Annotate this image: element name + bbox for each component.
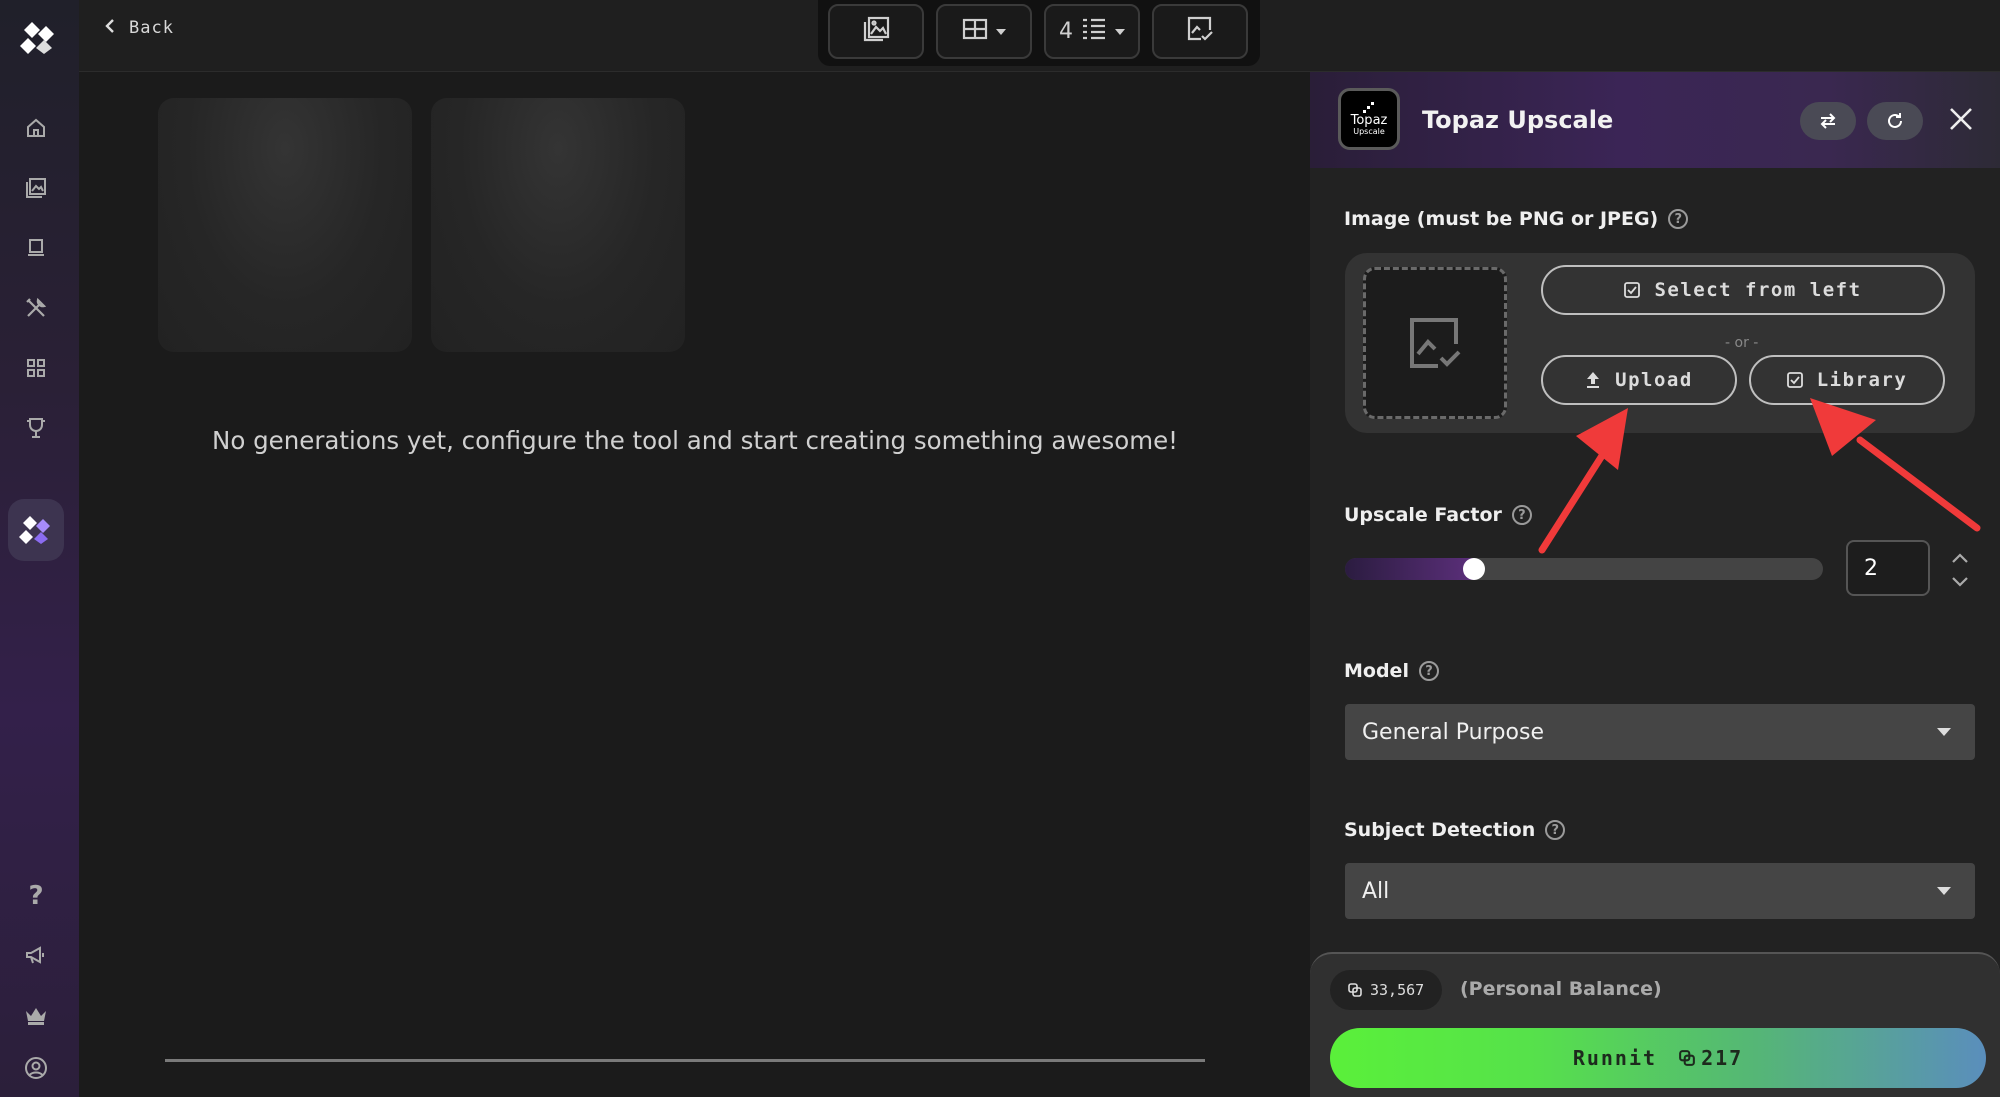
- home-icon[interactable]: [20, 112, 52, 144]
- layout-grid-icon: [962, 18, 988, 46]
- crown-icon[interactable]: [20, 1000, 52, 1032]
- grid-count-value: 4: [1059, 19, 1073, 44]
- top-bar: Back 4: [79, 0, 2000, 72]
- upscale-stepper[interactable]: [1950, 550, 1970, 590]
- gallery-view-button[interactable]: [828, 4, 924, 59]
- balance-label: (Personal Balance): [1460, 978, 1662, 1000]
- image-field-label: Image (must be PNG or JPEG) ?: [1344, 208, 1689, 230]
- placeholder-thumbnail: [431, 98, 685, 352]
- coins-icon: [1679, 1050, 1695, 1066]
- caret-down-icon: [1937, 887, 1951, 895]
- trophy-icon[interactable]: [20, 412, 52, 444]
- close-button[interactable]: [1948, 106, 1978, 136]
- app-logo-icon[interactable]: [18, 18, 58, 58]
- library-button[interactable]: Library: [1749, 355, 1945, 405]
- coins-icon: [1348, 983, 1362, 997]
- tool-panel: Topaz Upscale Topaz Upscale Image (must …: [1310, 72, 2000, 1097]
- topaz-mark-icon: [1363, 101, 1374, 113]
- upscale-slider-track[interactable]: [1345, 558, 1823, 580]
- panel-header: Topaz Upscale Topaz Upscale: [1310, 72, 2000, 168]
- refresh-button[interactable]: [1867, 102, 1923, 140]
- model-select[interactable]: General Purpose: [1345, 704, 1975, 760]
- canvas-icon[interactable]: [20, 232, 52, 264]
- run-button[interactable]: Runnit 217: [1330, 1028, 1986, 1088]
- panel-title: Topaz Upscale: [1422, 106, 1614, 134]
- chevron-left-icon: [105, 18, 115, 38]
- upload-button[interactable]: Upload: [1541, 355, 1737, 405]
- model-label: Model ?: [1344, 660, 1439, 682]
- upscale-factor-label: Upscale Factor ?: [1344, 504, 1532, 526]
- or-divider: - or -: [1725, 335, 1759, 351]
- empty-state-message: No generations yet, configure the tool a…: [212, 426, 1178, 455]
- account-icon[interactable]: [20, 1052, 52, 1084]
- image-check-icon: [1185, 14, 1215, 50]
- caret-down-icon: [1937, 728, 1951, 736]
- upscale-slider-fill: [1345, 558, 1474, 580]
- apps-grid-icon[interactable]: [20, 352, 52, 384]
- runnit-tool-icon[interactable]: [16, 514, 56, 546]
- caret-down-icon: [1115, 28, 1125, 35]
- back-button[interactable]: Back: [105, 18, 174, 38]
- select-image-button[interactable]: [1152, 4, 1248, 59]
- divider: [165, 1059, 1205, 1062]
- panel-footer: 33,567 (Personal Balance) Runnit 217: [1310, 952, 2000, 1097]
- view-toolbar: 4: [818, 0, 1260, 66]
- tools-icon[interactable]: [20, 292, 52, 324]
- placeholder-thumbnail: [158, 98, 412, 352]
- select-from-left-button[interactable]: Select from left: [1541, 265, 1945, 315]
- close-icon: [1950, 108, 1972, 130]
- refresh-icon: [1888, 113, 1902, 128]
- help-icon[interactable]: ?: [1545, 820, 1566, 840]
- help-icon[interactable]: ?: [1668, 209, 1689, 229]
- help-icon[interactable]: ?: [1511, 505, 1532, 525]
- checkbox-icon: [1624, 282, 1641, 298]
- help-icon[interactable]: ?: [20, 880, 52, 912]
- swap-arrows-icon: [1820, 113, 1836, 129]
- image-input-box: Select from left - or - Upload Library: [1345, 253, 1975, 433]
- grid-count-dropdown[interactable]: 4: [1044, 4, 1140, 59]
- layout-dropdown-button[interactable]: [936, 4, 1032, 59]
- upload-icon: [1587, 372, 1600, 388]
- list-icon: [1081, 17, 1107, 47]
- gallery-icon[interactable]: [20, 172, 52, 204]
- checkbox-icon: [1786, 372, 1803, 388]
- caret-down-icon: [996, 28, 1006, 35]
- help-icon[interactable]: ?: [1418, 661, 1439, 681]
- announcement-icon[interactable]: [20, 940, 52, 972]
- subject-detection-select[interactable]: All: [1345, 863, 1975, 919]
- swap-button[interactable]: [1800, 102, 1856, 140]
- image-check-icon: [1410, 318, 1461, 368]
- subject-detection-label: Subject Detection ?: [1344, 819, 1566, 841]
- upscale-factor-input[interactable]: 2: [1846, 540, 1930, 596]
- upscale-slider-handle[interactable]: [1463, 558, 1485, 580]
- image-dropzone[interactable]: [1363, 267, 1507, 419]
- topaz-logo: Topaz Upscale: [1338, 88, 1400, 150]
- stepper-icon: [1952, 553, 1968, 587]
- back-label: Back: [129, 18, 174, 38]
- balance-badge: 33,567: [1330, 970, 1443, 1010]
- gallery-icon: [861, 14, 891, 50]
- run-cost: 217: [1679, 1046, 1743, 1070]
- sidebar: ?: [0, 0, 79, 1097]
